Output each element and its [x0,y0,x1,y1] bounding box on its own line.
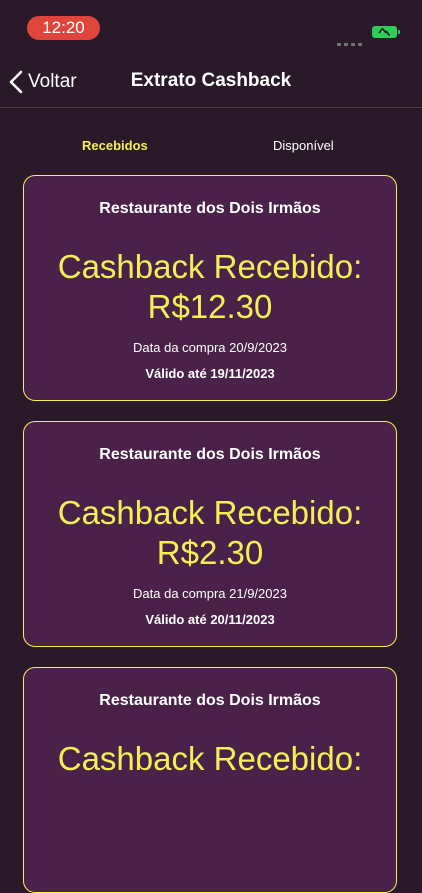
battery-icon [372,26,400,38]
signal-icon [337,33,367,46]
page-title: Extrato Cashback [130,70,292,91]
tab-bar: Recebidos Disponível [0,138,422,160]
status-bar: 12:20 [0,0,422,50]
cashback-heading: Cashback Recebido: [57,248,363,285]
cashback-amount: R$2.30 [156,534,264,571]
cashback-heading: Cashback Recebido: [57,740,363,777]
store-name: Restaurante dos Dois Irmãos [99,692,321,709]
tab-recebidos[interactable]: Recebidos [82,138,148,153]
store-name: Restaurante dos Dois Irmãos [99,446,321,463]
navigation-bar: Voltar Extrato Cashback [0,55,422,108]
purchase-date: Data da compra 21/9/2023 [133,586,287,601]
cashback-heading: Cashback Recebido: [57,494,363,531]
cashback-amount: R$12.30 [147,288,273,325]
purchase-date: Data da compra 20/9/2023 [133,340,287,355]
valid-until: Válido até 20/11/2023 [145,612,275,627]
status-time: 12:20 [27,16,100,40]
cashback-card[interactable]: Restaurante dos Dois Irmãos Cashback Rec… [23,421,397,647]
cashback-card[interactable]: Restaurante dos Dois Irmãos Cashback Rec… [23,175,397,401]
tab-disponivel[interactable]: Disponível [273,138,334,153]
cashback-card[interactable]: Restaurante dos Dois Irmãos Cashback Rec… [23,667,397,893]
store-name: Restaurante dos Dois Irmãos [99,200,321,217]
valid-until: Válido até 19/11/2023 [145,366,275,381]
